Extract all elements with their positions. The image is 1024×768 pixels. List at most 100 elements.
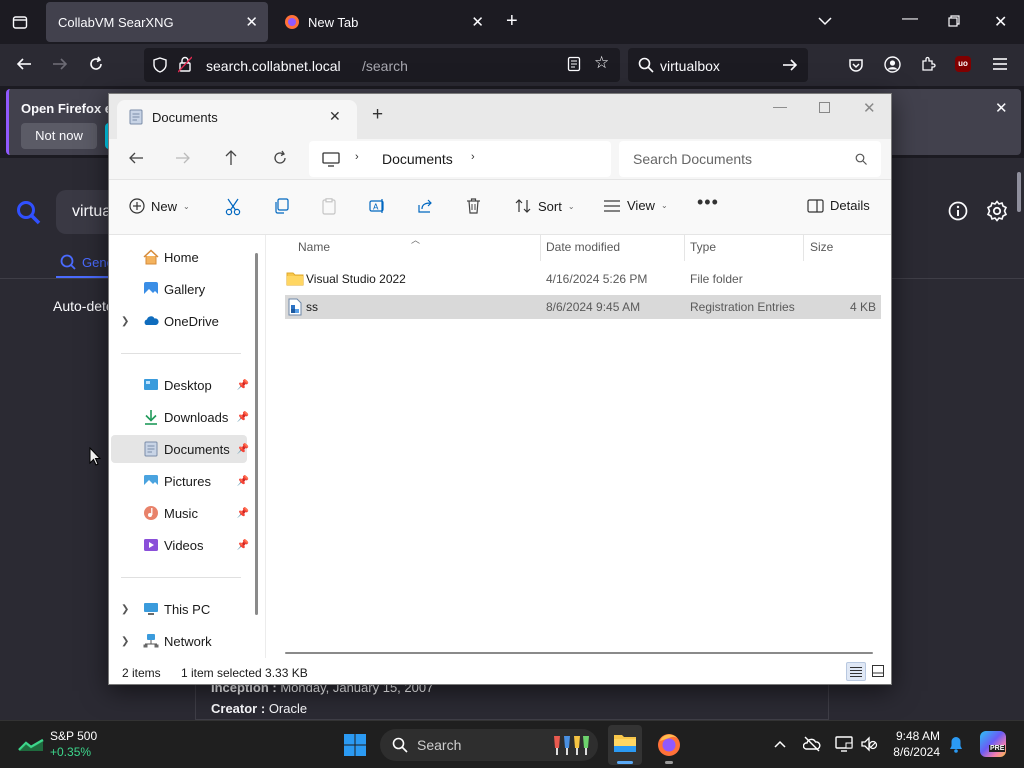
close-tab-icon[interactable]: ✕: [329, 108, 341, 125]
share-icon[interactable]: [417, 198, 433, 214]
close-window-icon[interactable]: ✕: [994, 12, 1007, 32]
sidebar-item-this-pc[interactable]: ❯ This PC: [111, 595, 247, 623]
tab-list-icon[interactable]: [12, 14, 28, 30]
forward-icon[interactable]: [175, 150, 191, 166]
network-display-icon[interactable]: [835, 736, 853, 752]
sidebar-item-music[interactable]: Music 📌: [111, 499, 249, 527]
copy-icon[interactable]: [273, 198, 289, 214]
pin-icon[interactable]: 📌: [237, 540, 249, 551]
sidebar-scrollbar[interactable]: [255, 253, 258, 615]
cut-icon[interactable]: [225, 198, 241, 216]
pin-icon[interactable]: 📌: [237, 476, 249, 487]
chevron-right-icon[interactable]: ❯: [121, 316, 129, 327]
breadcrumb-chevron-icon[interactable]: ›: [471, 151, 475, 163]
search-bar[interactable]: virtualbox: [628, 48, 808, 82]
horizontal-scrollbar[interactable]: [285, 652, 873, 654]
notification-bell-icon[interactable]: [949, 736, 963, 753]
tab-searxng[interactable]: CollabVM SearXNG ✕: [46, 2, 268, 42]
sidebar-item-pictures[interactable]: Pictures 📌: [111, 467, 249, 495]
back-icon[interactable]: [128, 150, 144, 166]
sidebar-item-home[interactable]: Home: [111, 243, 247, 271]
computer-icon[interactable]: [322, 152, 340, 167]
breadcrumb-chevron-icon[interactable]: ›: [355, 151, 359, 163]
back-icon[interactable]: [16, 56, 32, 72]
column-divider[interactable]: [684, 235, 685, 261]
searxng-logo-icon[interactable]: [16, 200, 42, 226]
windows-start-icon[interactable]: [343, 733, 367, 757]
account-icon[interactable]: [884, 56, 901, 73]
sidebar-item-gallery[interactable]: Gallery: [111, 275, 247, 303]
more-options-icon[interactable]: •••: [697, 192, 719, 213]
breadcrumb[interactable]: Documents: [382, 151, 453, 167]
sidebar-item-network[interactable]: ❯ Network: [111, 627, 247, 655]
sort-button[interactable]: Sort ⌄: [515, 198, 575, 214]
minimize-icon[interactable]: —: [902, 10, 918, 28]
sidebar-item-desktop[interactable]: Desktop 📌: [111, 371, 249, 399]
auto-detect-label[interactable]: Auto-dete: [53, 298, 114, 314]
delete-icon[interactable]: [466, 198, 481, 214]
sidebar-item-downloads[interactable]: Downloads 📌: [111, 403, 249, 431]
minimize-icon[interactable]: —: [773, 98, 787, 114]
pin-icon[interactable]: 📌: [237, 444, 249, 455]
new-tab-icon[interactable]: +: [506, 10, 518, 33]
file-row-selected[interactable]: ss 8/6/2024 9:45 AM Registration Entries…: [285, 295, 881, 319]
bookmark-star-icon[interactable]: ☆: [594, 53, 609, 73]
new-button[interactable]: New ⌄: [129, 198, 190, 214]
close-tab-icon[interactable]: ✕: [245, 13, 258, 31]
shield-icon[interactable]: [152, 57, 168, 73]
url-bar[interactable]: search.collabnet.local/search ☆: [144, 48, 620, 82]
search-icon[interactable]: [855, 153, 867, 165]
menu-icon[interactable]: [992, 57, 1008, 71]
reader-view-icon[interactable]: [566, 56, 582, 72]
column-divider[interactable]: [540, 235, 541, 261]
close-notification-icon[interactable]: ✕: [995, 99, 1008, 117]
taskbar-search[interactable]: Search: [380, 729, 598, 761]
pin-icon[interactable]: 📌: [237, 508, 249, 519]
column-header-size[interactable]: Size: [810, 240, 833, 254]
chevron-down-icon[interactable]: [818, 16, 832, 26]
sidebar-item-documents[interactable]: Documents 📌: [111, 435, 249, 463]
refresh-icon[interactable]: [272, 150, 288, 166]
onedrive-offline-icon[interactable]: [803, 736, 821, 752]
column-header-date[interactable]: Date modified: [546, 240, 620, 254]
pin-icon[interactable]: 📌: [237, 380, 249, 391]
new-tab-icon[interactable]: +: [372, 104, 383, 126]
not-now-button[interactable]: Not now: [21, 123, 97, 149]
search-input[interactable]: virtualbox: [660, 58, 720, 74]
details-button[interactable]: Details: [807, 198, 870, 213]
lock-insecure-icon[interactable]: [178, 56, 192, 73]
chevron-right-icon[interactable]: ❯: [121, 636, 129, 647]
chevron-right-icon[interactable]: ❯: [121, 604, 129, 615]
tab-new-tab[interactable]: New Tab ✕: [272, 2, 494, 42]
go-arrow-icon[interactable]: [782, 57, 798, 73]
taskbar-app-firefox[interactable]: [652, 725, 686, 765]
close-tab-icon[interactable]: ✕: [471, 13, 484, 31]
clock-time[interactable]: 9:48 AM: [892, 729, 940, 743]
paste-icon[interactable]: [321, 198, 337, 215]
pin-icon[interactable]: 📌: [237, 412, 249, 423]
pocket-icon[interactable]: [848, 57, 864, 73]
sidebar-item-videos[interactable]: Videos 📌: [111, 531, 249, 559]
stock-widget[interactable]: S&P 500 +0.35%: [16, 729, 116, 761]
explorer-tab-documents[interactable]: Documents ✕: [117, 100, 357, 139]
extensions-icon[interactable]: [920, 56, 936, 72]
close-window-icon[interactable]: ✕: [863, 99, 876, 117]
copilot-icon[interactable]: PRE: [980, 731, 1006, 757]
reload-icon[interactable]: [88, 56, 104, 72]
column-divider[interactable]: [803, 235, 804, 261]
clock-date[interactable]: 8/6/2024: [888, 745, 940, 759]
view-button[interactable]: View ⌄: [603, 198, 668, 213]
sidebar-item-onedrive[interactable]: ❯ OneDrive: [111, 307, 247, 335]
chevron-up-icon[interactable]: [774, 740, 786, 748]
address-bar[interactable]: › Documents ›: [309, 141, 611, 177]
rename-icon[interactable]: A: [369, 198, 386, 214]
restore-icon[interactable]: [948, 15, 960, 27]
tiles-view-icon[interactable]: [872, 665, 884, 677]
search-documents-input[interactable]: Search Documents: [619, 141, 881, 177]
settings-gear-icon[interactable]: [986, 200, 1008, 222]
details-view-button[interactable]: [846, 662, 866, 681]
info-icon[interactable]: [948, 201, 968, 221]
forward-icon[interactable]: [52, 56, 68, 72]
file-row[interactable]: Visual Studio 2022 4/16/2024 5:26 PM Fil…: [285, 267, 881, 291]
page-scrollbar[interactable]: [1017, 172, 1021, 212]
